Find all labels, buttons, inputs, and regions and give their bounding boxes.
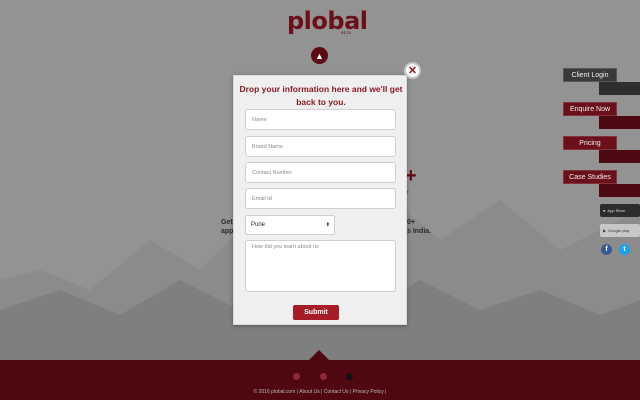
city-select-value: Pune	[251, 222, 266, 228]
name-field[interactable]: Name	[245, 109, 396, 130]
source-textarea[interactable]: How did you learn about us	[245, 240, 396, 292]
enquiry-modal: Drop your information here and we'll get…	[233, 75, 407, 325]
select-arrows-icon: ⬍	[325, 222, 330, 228]
email-field[interactable]: Email Id	[245, 188, 396, 209]
close-icon[interactable]: ✕	[404, 62, 421, 79]
modal-title: Drop your information here and we'll get…	[239, 84, 403, 107]
brand-name-field[interactable]: Brand Name	[245, 136, 396, 157]
contact-number-field[interactable]: Contact Number	[245, 162, 396, 183]
city-select[interactable]: Pune ⬍	[245, 215, 335, 235]
submit-button[interactable]: Submit	[293, 305, 339, 320]
